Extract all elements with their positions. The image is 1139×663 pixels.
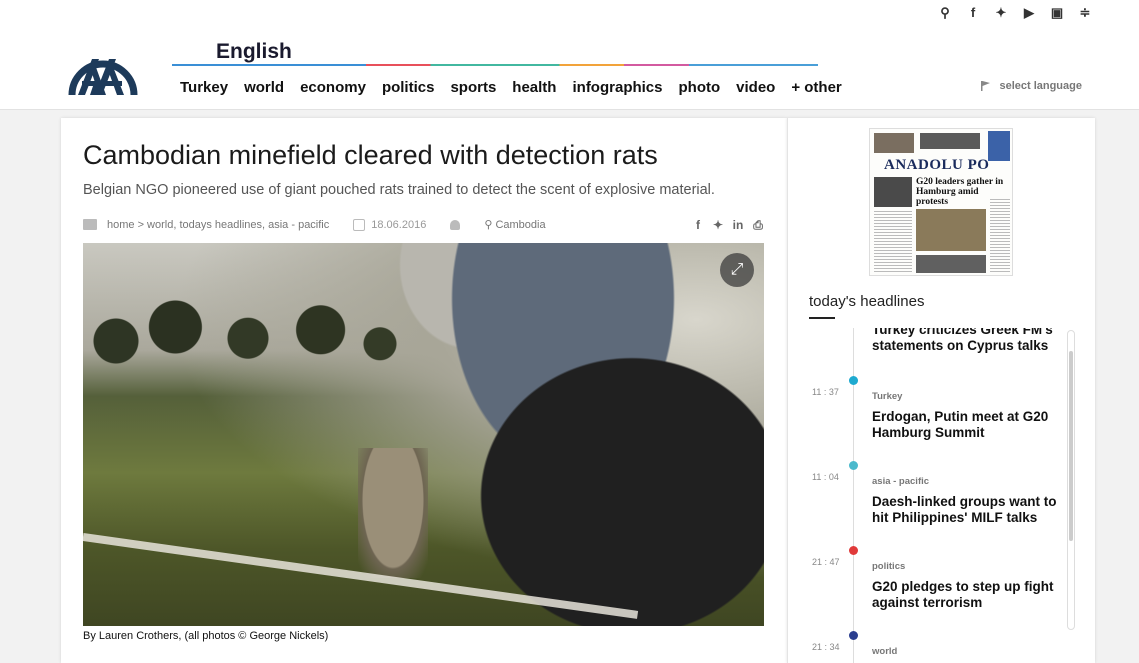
nav-other[interactable]: + other: [783, 78, 849, 98]
article-panel: Cambodian minefield cleared with detecti…: [61, 118, 787, 663]
nav-photo[interactable]: photo: [671, 78, 729, 98]
paper-photo-left: [874, 177, 912, 207]
location-text: Cambodia: [495, 219, 546, 231]
timeline-dot: [849, 546, 858, 555]
timeline-dot: [849, 461, 858, 470]
sidebar: ANADOLU PO G20 leaders gather in Hamburg…: [787, 118, 1095, 663]
paper-runner: [988, 131, 1010, 161]
article-meta: home > world, todays headlines, asia - p…: [83, 218, 765, 231]
headline-title[interactable]: G20 pledges to step up fight against ter…: [872, 579, 1062, 611]
paper-photo-bottom: [916, 255, 986, 273]
headline-title[interactable]: Daesh-linked groups want to hit Philippi…: [872, 494, 1062, 526]
headline-category[interactable]: asia - pacific: [872, 476, 929, 487]
paper-photo-top: [874, 133, 914, 153]
headline-time: 21 : 34: [812, 642, 840, 652]
location: ⚲ Cambodia: [484, 219, 546, 231]
expand-icon[interactable]: ⤢: [720, 253, 754, 287]
nav-infographics[interactable]: infographics: [564, 78, 670, 98]
flag-icon: [981, 81, 991, 91]
author-icon: [450, 219, 461, 230]
headline-category[interactable]: politics: [872, 561, 905, 572]
site-header: ⚲ f ✦ ▶ ▣ ≑ English Turkey world economy…: [0, 0, 1139, 110]
nav-politics[interactable]: politics: [374, 78, 443, 98]
headline-time: 21 : 47: [812, 557, 840, 567]
headline-category[interactable]: world: [872, 646, 897, 657]
paper-column: [874, 211, 912, 273]
newspaper-thumbnail[interactable]: ANADOLU PO G20 leaders gather in Hamburg…: [869, 128, 1013, 276]
todays-headlines-title: today's headlines: [809, 293, 925, 310]
photo-rat: [358, 448, 428, 578]
facebook-share-icon[interactable]: f: [691, 218, 705, 232]
headline-time: 11 : 04: [812, 472, 839, 482]
headline-time: 11 : 37: [812, 387, 839, 397]
headlines-underline: [809, 317, 835, 319]
edition-label[interactable]: English: [216, 40, 292, 64]
timeline-dot: [849, 631, 858, 640]
nav-sports[interactable]: sports: [442, 78, 504, 98]
headline-title[interactable]: Erdogan, Putin meet at G20 Hamburg Summi…: [872, 409, 1062, 441]
youtube-icon[interactable]: ▶: [1015, 4, 1043, 22]
language-label: select language: [999, 80, 1082, 92]
rss-icon[interactable]: ≑: [1071, 4, 1099, 22]
photo-caption: By Lauren Crothers, (all photos © George…: [83, 630, 329, 642]
breadcrumb[interactable]: home > world, todays headlines, asia - p…: [83, 219, 329, 231]
timeline-dot: [849, 376, 858, 385]
paper-photo-main: [916, 209, 986, 251]
facebook-icon[interactable]: f: [959, 4, 987, 22]
date-text: 18.06.2016: [371, 218, 427, 231]
headlines-timeline: Turkey criticizes Greek FM's statements …: [788, 328, 1096, 663]
share-bar: f ✦ in ⎙: [691, 218, 765, 232]
calendar-icon: [353, 218, 366, 231]
scrollbar-thumb[interactable]: [1069, 351, 1073, 541]
paper-masthead: ANADOLU PO: [884, 157, 990, 173]
social-links: ⚲ f ✦ ▶ ▣ ≑: [931, 4, 1099, 22]
print-icon[interactable]: ⎙: [751, 218, 765, 232]
instagram-icon[interactable]: ▣: [1043, 4, 1071, 22]
article-date: 18.06.2016: [353, 218, 427, 231]
linkedin-share-icon[interactable]: in: [731, 218, 745, 232]
search-icon[interactable]: ⚲: [931, 4, 959, 22]
main-nav: Turkey world economy politics sports hea…: [172, 78, 850, 98]
paper-column2: [990, 199, 1010, 273]
headline-title[interactable]: Turkey criticizes Greek FM's statements …: [872, 328, 1062, 354]
nav-turkey[interactable]: Turkey: [172, 78, 236, 98]
article-title: Cambodian minefield cleared with detecti…: [83, 140, 658, 170]
paper-photo-top2: [920, 133, 980, 149]
scrollbar[interactable]: [1067, 330, 1075, 630]
folder-icon: [83, 219, 97, 230]
twitter-share-icon[interactable]: ✦: [711, 218, 725, 232]
nav-world[interactable]: world: [236, 78, 292, 98]
twitter-icon[interactable]: ✦: [987, 4, 1015, 22]
nav-color-bar: [172, 64, 818, 66]
nav-video[interactable]: video: [728, 78, 783, 98]
article-photo[interactable]: ⤢: [83, 243, 764, 626]
headline-category[interactable]: Turkey: [872, 391, 902, 402]
aa-logo[interactable]: [68, 37, 138, 97]
nav-economy[interactable]: economy: [292, 78, 374, 98]
breadcrumb-text: home > world, todays headlines, asia - p…: [107, 218, 330, 231]
nav-health[interactable]: health: [504, 78, 564, 98]
language-selector[interactable]: select language: [981, 80, 1082, 92]
article-subtitle: Belgian NGO pioneered use of giant pouch…: [83, 182, 715, 198]
